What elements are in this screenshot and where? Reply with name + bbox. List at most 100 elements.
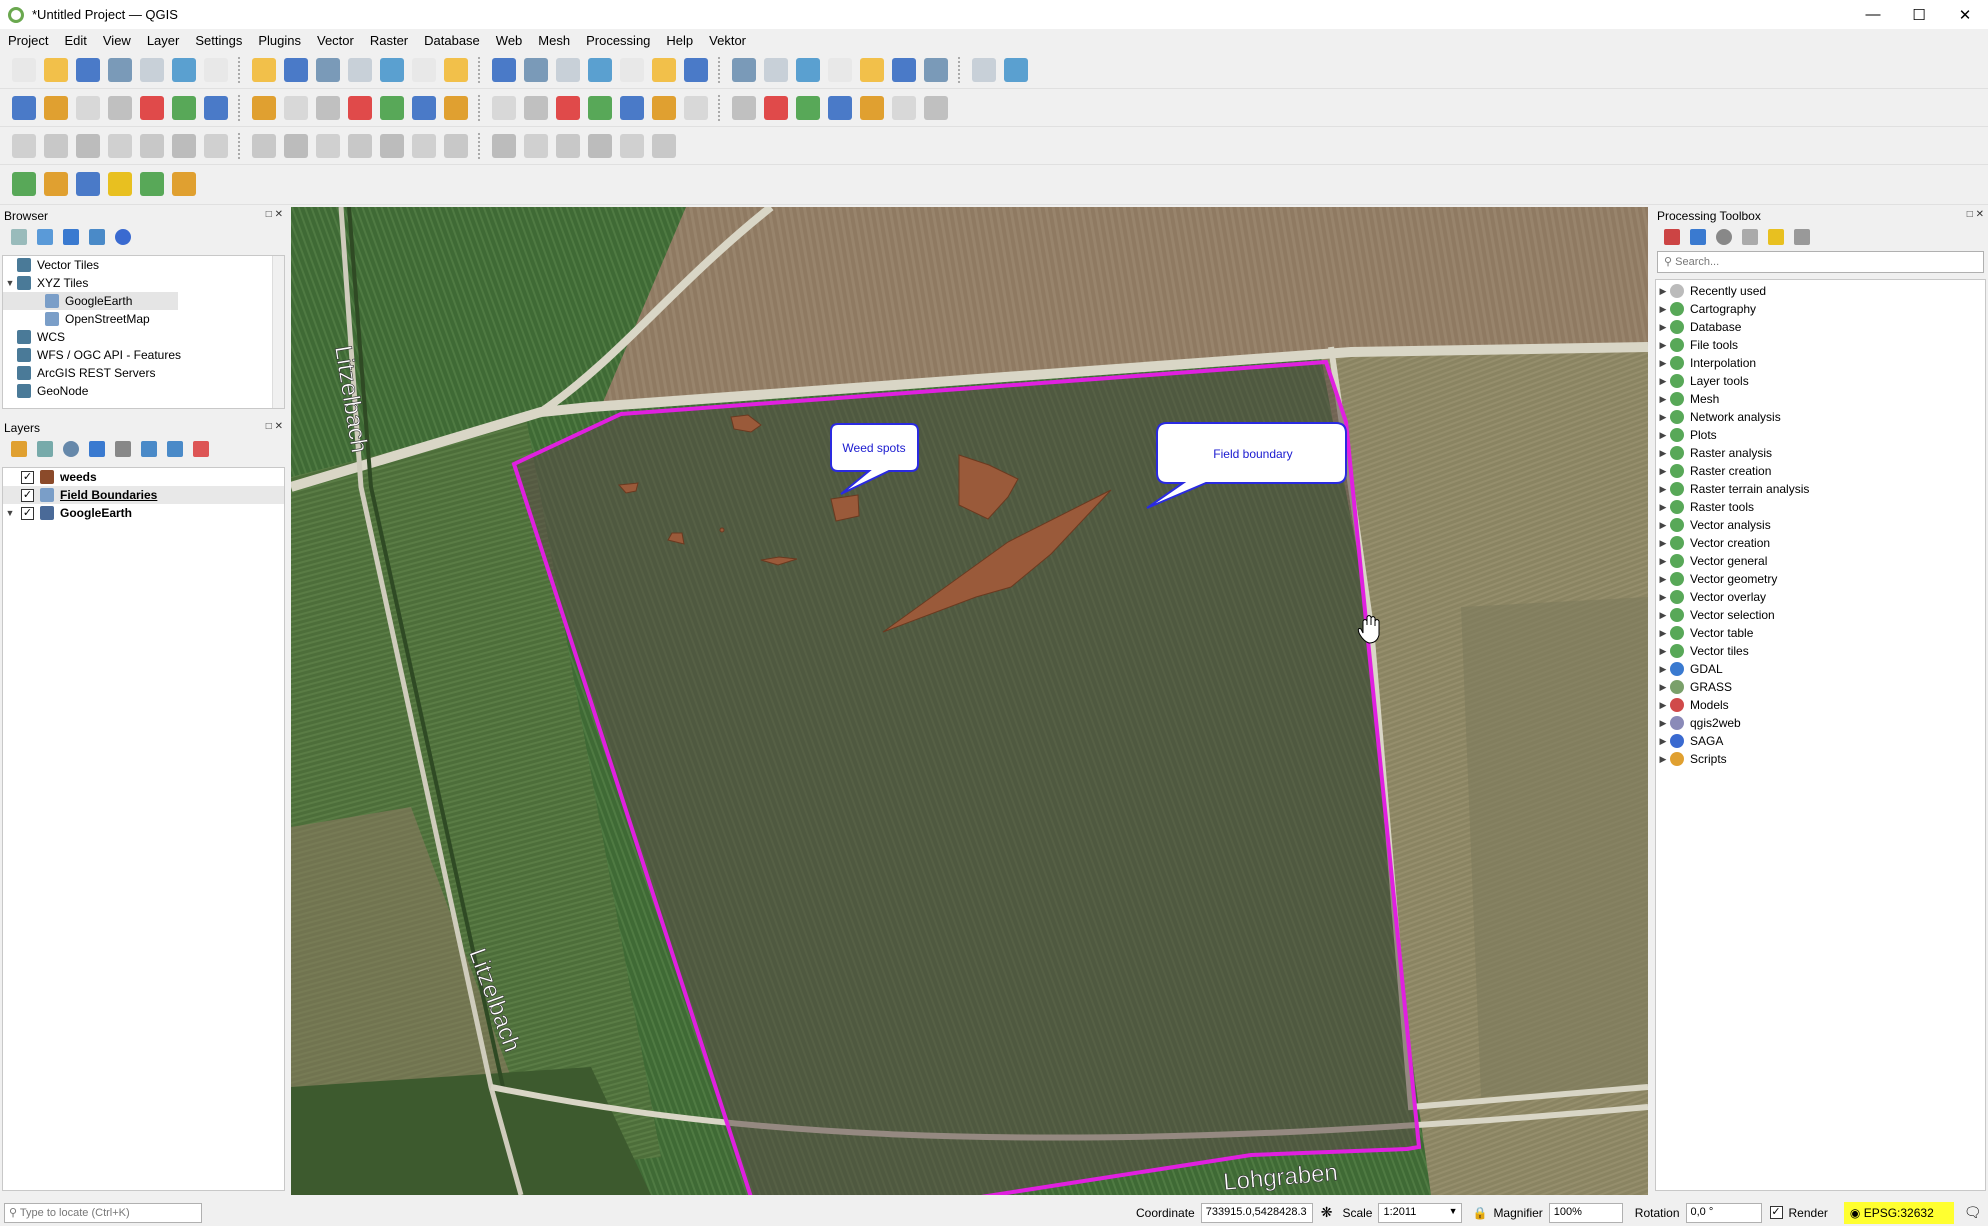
data-source-tool-icon[interactable]: [252, 96, 276, 120]
toolbox-group-vector-table[interactable]: ▶ Vector table: [1656, 624, 1985, 642]
chevron-right-icon[interactable]: ▶: [1656, 466, 1670, 477]
data-source-tool-icon[interactable]: [860, 96, 884, 120]
map-nav-tool-icon[interactable]: [316, 58, 340, 82]
map-nav-tool-icon[interactable]: [284, 58, 308, 82]
chevron-right-icon[interactable]: ▶: [1656, 340, 1670, 351]
chevron-right-icon[interactable]: ▶: [1656, 628, 1670, 639]
browser-item-wcs[interactable]: WCS: [3, 328, 284, 346]
toolbox-group-grass[interactable]: ▶ GRASS: [1656, 678, 1985, 696]
toggle-extents-icon[interactable]: ❋: [1321, 1204, 1333, 1221]
digitizing-tool-icon[interactable]: [140, 134, 164, 158]
toolbox-group-mesh[interactable]: ▶ Mesh: [1656, 390, 1985, 408]
data-source-tool-icon[interactable]: [892, 96, 916, 120]
chevron-right-icon[interactable]: ▶: [1656, 394, 1670, 405]
menu-project[interactable]: Project: [0, 33, 56, 48]
toolbox-group-raster-analysis[interactable]: ▶ Raster analysis: [1656, 444, 1985, 462]
add-group-icon[interactable]: [37, 441, 53, 457]
chevron-right-icon[interactable]: ▶: [1656, 376, 1670, 387]
toolbox-group-plots[interactable]: ▶ Plots: [1656, 426, 1985, 444]
toolbox-group-qgis2web[interactable]: ▶ qgis2web: [1656, 714, 1985, 732]
menu-layer[interactable]: Layer: [139, 33, 188, 48]
data-source-tool-icon[interactable]: [796, 96, 820, 120]
layer-visibility-checkbox[interactable]: ✓: [21, 506, 34, 520]
data-source-tool-icon[interactable]: [204, 96, 228, 120]
chevron-right-icon[interactable]: ▶: [1656, 610, 1670, 621]
browser-item-xyz-tiles[interactable]: ▼ XYZ Tiles: [3, 274, 284, 292]
data-source-tool-icon[interactable]: [924, 96, 948, 120]
collapse-all-icon[interactable]: [167, 441, 183, 457]
browser-item-vector-tiles[interactable]: Vector Tiles: [3, 256, 284, 274]
selection-tool-icon[interactable]: [12, 172, 36, 196]
filter-icon[interactable]: [63, 229, 79, 245]
toolbox-group-vector-tiles[interactable]: ▶ Vector tiles: [1656, 642, 1985, 660]
toolbox-group-layer-tools[interactable]: ▶ Layer tools: [1656, 372, 1985, 390]
map-nav-tool-icon[interactable]: [828, 58, 852, 82]
digitizing-tool-icon[interactable]: [252, 134, 276, 158]
messages-icon[interactable]: 🗨: [1964, 1204, 1982, 1221]
toolbox-group-interpolation[interactable]: ▶ Interpolation: [1656, 354, 1985, 372]
toolbox-group-raster-creation[interactable]: ▶ Raster creation: [1656, 462, 1985, 480]
properties-icon[interactable]: [115, 229, 131, 245]
layer-item-field-boundaries[interactable]: ✓ Field Boundaries: [3, 486, 284, 504]
toolbox-search-input[interactable]: ⚲ Search...: [1657, 251, 1984, 273]
browser-item-googleearth[interactable]: GoogleEarth: [3, 292, 178, 310]
layer-item-googleearth[interactable]: ▼ ✓ GoogleEarth: [3, 504, 284, 522]
filter-legend-icon[interactable]: [89, 441, 105, 457]
map-nav-tool-icon[interactable]: [380, 58, 404, 82]
toolbox-group-scripts[interactable]: ▶ Scripts: [1656, 750, 1985, 768]
map-canvas[interactable]: Litzelbach Litzelbach Lohgraben Weed spo…: [291, 207, 1648, 1195]
data-source-tool-icon[interactable]: [620, 96, 644, 120]
toolbox-group-vector-selection[interactable]: ▶ Vector selection: [1656, 606, 1985, 624]
menu-help[interactable]: Help: [658, 33, 701, 48]
menu-edit[interactable]: Edit: [56, 33, 94, 48]
map-nav-tool-icon[interactable]: [732, 58, 756, 82]
weed-spot[interactable]: [830, 494, 860, 522]
map-nav-tool-icon[interactable]: [444, 58, 468, 82]
digitizing-tool-icon[interactable]: [524, 134, 548, 158]
map-nav-tool-icon[interactable]: [412, 58, 436, 82]
menu-vektor[interactable]: Vektor: [701, 33, 754, 48]
selection-tool-icon[interactable]: [44, 172, 68, 196]
map-nav-tool-icon[interactable]: [76, 58, 100, 82]
chevron-down-icon[interactable]: ▼: [3, 278, 17, 288]
data-source-tool-icon[interactable]: [380, 96, 404, 120]
data-source-tool-icon[interactable]: [12, 96, 36, 120]
minimize-button[interactable]: —: [1850, 0, 1896, 29]
layer-item-weeds[interactable]: ✓ weeds: [3, 468, 284, 486]
map-nav-tool-icon[interactable]: [12, 58, 36, 82]
data-source-tool-icon[interactable]: [588, 96, 612, 120]
toolbox-group-raster-tools[interactable]: ▶ Raster tools: [1656, 498, 1985, 516]
toolbox-group-vector-creation[interactable]: ▶ Vector creation: [1656, 534, 1985, 552]
menu-raster[interactable]: Raster: [362, 33, 416, 48]
browser-item-arcgis-rest-servers[interactable]: ArcGIS REST Servers: [3, 364, 284, 382]
digitizing-tool-icon[interactable]: [620, 134, 644, 158]
chevron-right-icon[interactable]: ▶: [1656, 430, 1670, 441]
map-nav-tool-icon[interactable]: [764, 58, 788, 82]
chevron-right-icon[interactable]: ▶: [1656, 502, 1670, 513]
close-button[interactable]: ✕: [1942, 0, 1988, 29]
chevron-right-icon[interactable]: ▶: [1656, 646, 1670, 657]
map-nav-tool-icon[interactable]: [684, 58, 708, 82]
toolbox-group-raster-terrain-analysis[interactable]: ▶ Raster terrain analysis: [1656, 480, 1985, 498]
chevron-right-icon[interactable]: ▶: [1656, 322, 1670, 333]
data-source-tool-icon[interactable]: [412, 96, 436, 120]
map-nav-tool-icon[interactable]: [492, 58, 516, 82]
data-source-tool-icon[interactable]: [492, 96, 516, 120]
map-nav-tool-icon[interactable]: [556, 58, 580, 82]
chevron-down-icon[interactable]: ▼: [3, 508, 17, 518]
chevron-right-icon[interactable]: ▶: [1656, 682, 1670, 693]
browser-item-geonode[interactable]: GeoNode: [3, 382, 284, 400]
data-source-tool-icon[interactable]: [444, 96, 468, 120]
chevron-right-icon[interactable]: ▶: [1656, 520, 1670, 531]
toolbox-group-cartography[interactable]: ▶ Cartography: [1656, 300, 1985, 318]
history-icon[interactable]: [1716, 229, 1732, 245]
scale-combobox[interactable]: 1:2011 ▼: [1378, 1202, 1463, 1223]
data-source-tool-icon[interactable]: [684, 96, 708, 120]
digitizing-tool-icon[interactable]: [108, 134, 132, 158]
map-nav-tool-icon[interactable]: [348, 58, 372, 82]
magnifier-spinbox[interactable]: 100%: [1548, 1202, 1623, 1223]
data-source-tool-icon[interactable]: [316, 96, 340, 120]
menu-plugins[interactable]: Plugins: [250, 33, 309, 48]
map-nav-tool-icon[interactable]: [860, 58, 884, 82]
layer-visibility-checkbox[interactable]: ✓: [21, 488, 34, 502]
